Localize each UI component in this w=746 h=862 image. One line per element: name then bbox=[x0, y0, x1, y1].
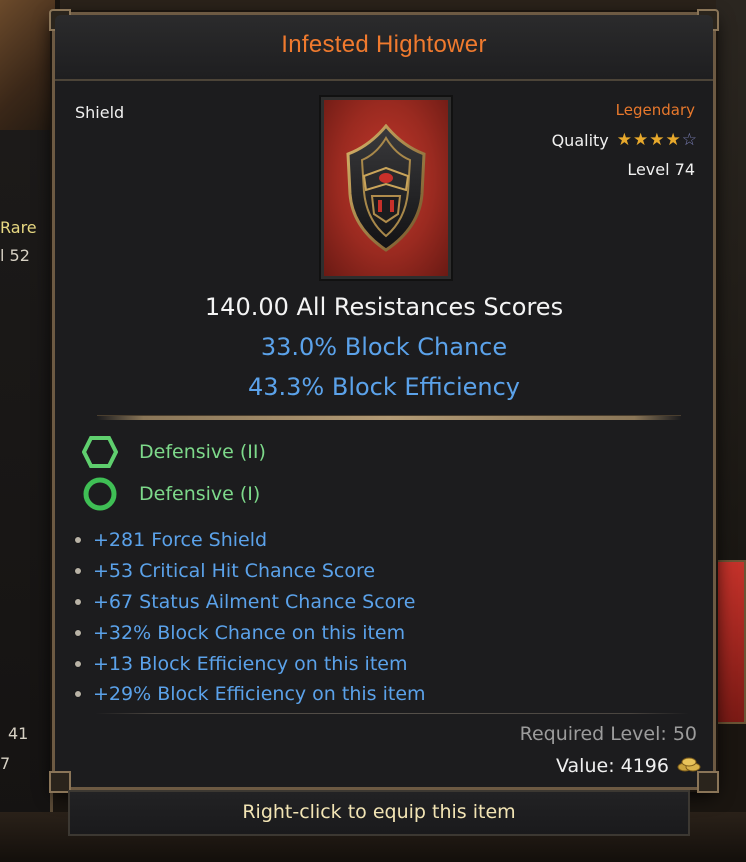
background-artwork-left bbox=[0, 0, 55, 130]
affix-label: Defensive (I) bbox=[139, 483, 261, 505]
bullet-icon bbox=[75, 568, 81, 575]
star-filled-icon: ★ bbox=[616, 130, 632, 150]
list-item: +32% Block Chance on this item bbox=[75, 617, 426, 648]
tooltip-header: Infested Hightower bbox=[55, 15, 713, 81]
mod-list: +281 Force Shield +53 Critical Hit Chanc… bbox=[75, 525, 426, 710]
value-text: Value: 4196 bbox=[556, 755, 669, 777]
item-name: Infested Hightower bbox=[281, 31, 487, 58]
list-item: +29% Block Efficiency on this item bbox=[75, 679, 426, 710]
main-stat-block-chance: 33.0% Block Chance bbox=[260, 333, 508, 361]
mod-text: +32% Block Chance on this item bbox=[93, 621, 406, 644]
star-filled-icon: ★ bbox=[665, 130, 681, 150]
shield-icon bbox=[346, 124, 426, 252]
affix-defensive-i: Defensive (I) bbox=[81, 475, 260, 513]
item-image bbox=[321, 97, 451, 279]
item-type: Shield bbox=[75, 103, 125, 122]
list-item: +67 Status Ailment Chance Score bbox=[75, 587, 426, 618]
item-value: Value: 4196 bbox=[556, 755, 701, 777]
list-item: +13 Block Efficiency on this item bbox=[75, 648, 426, 679]
star-empty-icon: ☆ bbox=[681, 130, 697, 150]
background-artwork-right bbox=[716, 0, 746, 560]
mod-text: +67 Status Ailment Chance Score bbox=[93, 590, 416, 613]
mod-text: +281 Force Shield bbox=[93, 529, 268, 552]
background-count: 41 bbox=[8, 724, 29, 743]
affix-label: Defensive (II) bbox=[139, 441, 266, 463]
item-level: Level 74 bbox=[627, 160, 695, 179]
main-stat-block-efficiency: 43.3% Block Efficiency bbox=[247, 373, 520, 401]
bullet-icon bbox=[75, 537, 81, 544]
background-level: l 52 bbox=[0, 246, 30, 265]
quality-row: Quality ★ ★ ★ ★ ☆ bbox=[552, 131, 697, 150]
background-value: 7 bbox=[0, 754, 11, 773]
list-item: +281 Force Shield bbox=[75, 525, 426, 556]
bullet-icon bbox=[75, 598, 81, 605]
background-item-panel: Rare l 52 41 7 bbox=[0, 130, 53, 830]
item-tooltip: Infested Hightower Shield Legendary Qual… bbox=[49, 9, 719, 793]
bullet-icon bbox=[75, 691, 81, 698]
section-divider bbox=[95, 713, 689, 714]
mod-text: +13 Block Efficiency on this item bbox=[93, 652, 408, 675]
list-item: +53 Critical Hit Chance Score bbox=[75, 556, 426, 587]
quality-label: Quality bbox=[551, 131, 609, 150]
equip-hint: Right-click to equip this item bbox=[242, 801, 516, 823]
affix-defensive-ii: Defensive (II) bbox=[81, 433, 266, 471]
section-divider bbox=[97, 415, 681, 420]
equip-hint-bar: Right-click to equip this item bbox=[68, 790, 690, 836]
background-item-card[interactable] bbox=[714, 560, 746, 724]
background-rarity: Rare bbox=[0, 218, 37, 237]
hexagon-icon bbox=[81, 433, 119, 471]
star-filled-icon: ★ bbox=[633, 130, 649, 150]
mod-text: +53 Critical Hit Chance Score bbox=[93, 560, 376, 583]
gold-coins-icon bbox=[677, 755, 701, 777]
main-stat-resistances: 140.00 All Resistances Scores bbox=[204, 293, 564, 321]
required-level: Required Level: 50 bbox=[519, 723, 697, 745]
star-filled-icon: ★ bbox=[649, 130, 665, 150]
mod-text: +29% Block Efficiency on this item bbox=[93, 683, 426, 706]
bullet-icon bbox=[75, 629, 81, 636]
bullet-icon bbox=[75, 660, 81, 667]
circle-icon bbox=[81, 475, 119, 513]
item-rarity: Legendary bbox=[615, 101, 695, 119]
quality-stars: ★ ★ ★ ★ ☆ bbox=[617, 132, 697, 149]
